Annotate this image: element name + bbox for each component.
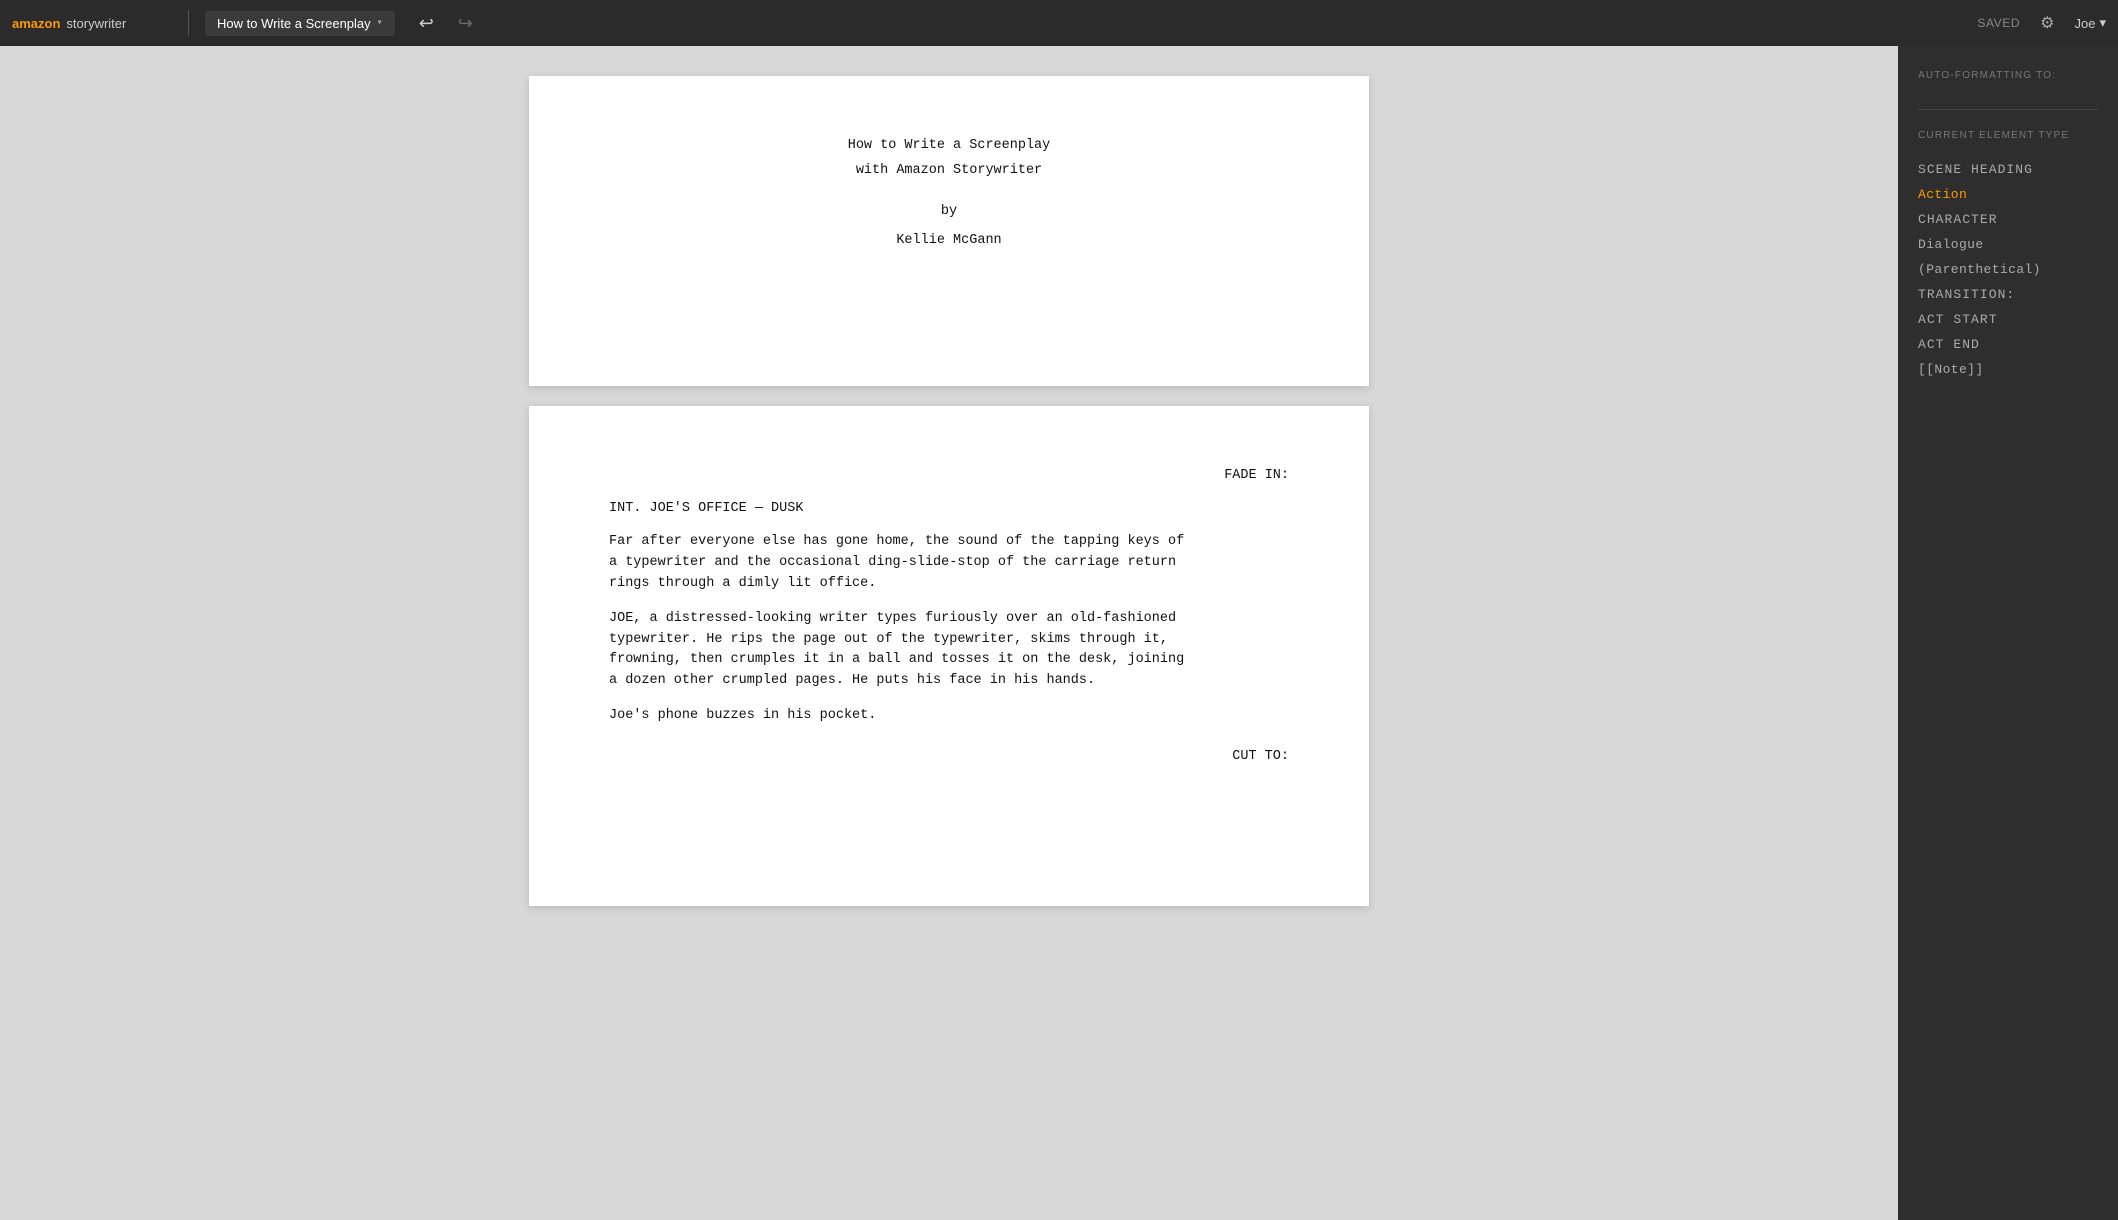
user-name-label: Joe: [2075, 16, 2096, 31]
toolbar-btns: ↩ ↪: [411, 9, 481, 38]
redo-icon: ↪: [458, 13, 473, 34]
element-type-action[interactable]: Action: [1918, 182, 2098, 207]
header: amazon storywriter How to Write a Screenp…: [0, 0, 2118, 46]
element-type-transition[interactable]: TRANSITION:: [1918, 282, 2098, 307]
header-divider: [188, 10, 189, 36]
current-element-label: CURRENT ELEMENT TYPE: [1918, 130, 2098, 141]
element-type-note[interactable]: [[Note]]: [1918, 357, 2098, 382]
undo-button[interactable]: ↩: [411, 9, 442, 38]
scene-heading: INT. JOE'S office — DUSK: [609, 499, 1289, 520]
user-menu-button[interactable]: Joe ▾: [2075, 15, 2107, 31]
screenplay-area[interactable]: How to Write a Screenplay with Amazon St…: [0, 46, 1898, 1220]
logo-area: amazon storywriter: [12, 16, 172, 31]
main-area: How to Write a Screenplay with Amazon St…: [0, 46, 2118, 1220]
element-type-act-start[interactable]: ACT START: [1918, 307, 2098, 332]
header-right: SAVED ⚙ Joe ▾: [1977, 13, 2106, 33]
action-block-2: JOE, a distressed-looking writer types f…: [609, 609, 1199, 693]
screenplay-title-line1: How to Write a Screenplay: [609, 136, 1289, 157]
user-caret-icon: ▾: [2099, 15, 2106, 31]
element-type-parenthetical[interactable]: (Parenthetical): [1918, 257, 2098, 282]
cut-to: CUT TO:: [609, 747, 1289, 768]
element-type-character[interactable]: CHARACTER: [1918, 207, 2098, 232]
gear-icon: ⚙: [2040, 15, 2054, 32]
logo-amazon: amazon: [12, 16, 60, 31]
author-name: Kellie McGann: [609, 231, 1289, 252]
sidebar: AUTO-FORMATTING TO: CURRENT ELEMENT TYPE…: [1898, 46, 2118, 1220]
auto-formatting-label: AUTO-FORMATTING TO:: [1918, 70, 2098, 81]
action-block-3: Joe's phone buzzes in his pocket.: [609, 706, 1199, 727]
by-line: by: [609, 202, 1289, 223]
script-page[interactable]: FADE IN: INT. JOE'S office — DUSK Far af…: [529, 406, 1369, 906]
fade-in: FADE IN:: [609, 466, 1289, 487]
doc-title-area[interactable]: How to Write a Screenplay ▾: [205, 11, 395, 36]
settings-button[interactable]: ⚙: [2040, 13, 2054, 33]
element-type-dialogue[interactable]: Dialogue: [1918, 232, 2098, 257]
title-page[interactable]: How to Write a Screenplay with Amazon St…: [529, 76, 1369, 386]
undo-icon: ↩: [419, 13, 434, 34]
element-type-scene-heading[interactable]: SCENE HEADING: [1918, 157, 2098, 182]
doc-title: How to Write a Screenplay: [217, 16, 371, 31]
saved-label: SAVED: [1977, 16, 2020, 30]
redo-button[interactable]: ↪: [450, 9, 481, 38]
sidebar-divider: [1918, 109, 2098, 110]
screenplay-title-line2: with Amazon Storywriter: [609, 161, 1289, 182]
action-block-1: Far after everyone else has gone home, t…: [609, 532, 1199, 595]
element-type-act-end[interactable]: ACT END: [1918, 332, 2098, 357]
logo-storywriter: storywriter: [66, 16, 126, 31]
doc-title-caret: ▾: [377, 17, 383, 29]
